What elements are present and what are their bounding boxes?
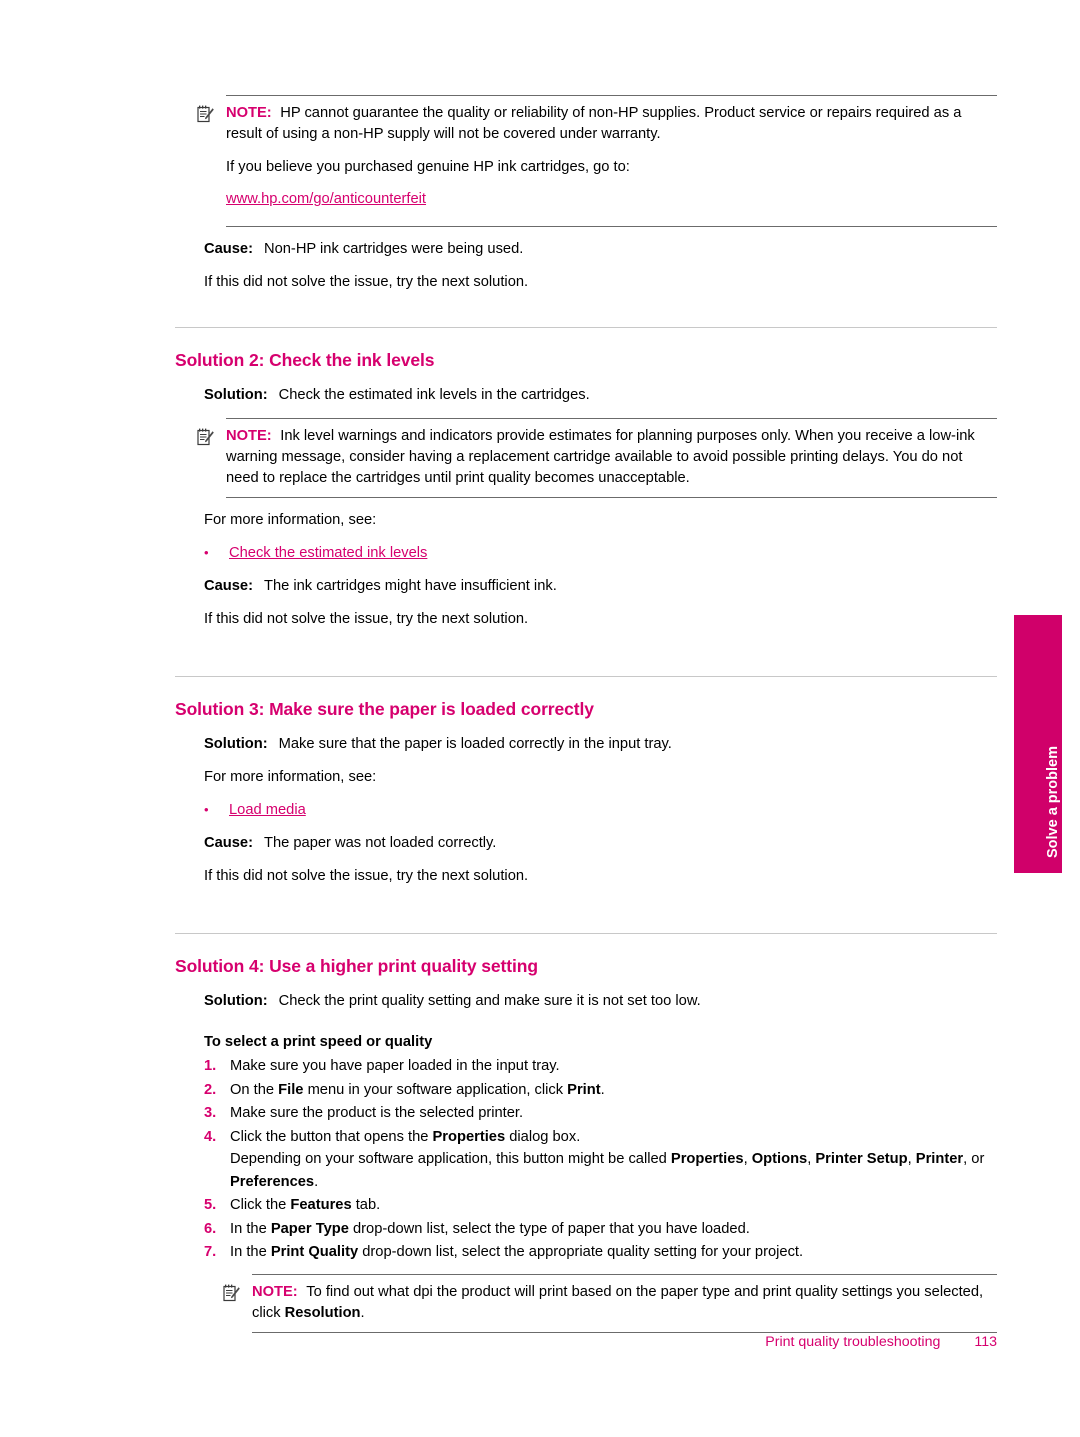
note-pad-pencil-icon xyxy=(223,1284,240,1302)
note-label: NOTE: xyxy=(226,428,272,444)
note-block-ink-levels: NOTE: Ink level warnings and indicators … xyxy=(175,418,997,498)
step-text: In the Print Quality drop-down list, sel… xyxy=(230,1244,804,1260)
page-footer: Print quality troubleshooting 113 xyxy=(0,1334,997,1350)
procedure-title: To select a print speed or quality xyxy=(204,1034,433,1050)
solution2-more-info: For more information, see: xyxy=(204,512,377,528)
step-number: 1. xyxy=(204,1058,217,1074)
solution-text: Check the print quality setting and make… xyxy=(278,993,701,1009)
step-text: In the Paper Type drop-down list, select… xyxy=(230,1220,750,1237)
side-tab-solve-a-problem: Solve a problem xyxy=(1014,615,1062,873)
solution2-next-text: If this did not solve the issue, try the… xyxy=(204,611,529,627)
note-pad-pencil-icon xyxy=(197,428,214,446)
solution-label: Solution: xyxy=(204,993,268,1009)
step-1: 1. Make sure you have paper loaded in th… xyxy=(204,1055,997,1078)
note-label: NOTE: xyxy=(252,1283,298,1300)
step-text: Click the button that opens the Properti… xyxy=(230,1128,581,1145)
note-text: Ink level warnings and indicators provid… xyxy=(226,428,975,486)
note-content: NOTE: HP cannot guarantee the quality or… xyxy=(175,96,997,226)
note-pad-pencil-icon xyxy=(197,105,214,123)
step-text: Make sure you have paper loaded in the i… xyxy=(230,1058,560,1074)
check-ink-levels-link[interactable]: Check the estimated ink levels xyxy=(229,545,427,561)
solution4-solution-row: Solution: Check the print quality setting… xyxy=(204,991,997,1012)
solution3-solution-row: Solution: Make sure that the paper is loa… xyxy=(204,734,997,755)
cause-text: Non-HP ink cartridges were being used. xyxy=(263,241,524,257)
step-text: Make sure the product is the selected pr… xyxy=(230,1105,524,1121)
step-number: 4. xyxy=(204,1128,217,1145)
note-block-resolution: NOTE: To find out what dpi the product w… xyxy=(201,1273,997,1333)
note-content: NOTE: To find out what dpi the product w… xyxy=(201,1275,997,1332)
solution-label: Solution: xyxy=(204,736,268,752)
anticounterfeit-link[interactable]: www.hp.com/go/anticounterfeit xyxy=(226,191,426,207)
note-bottom-rule xyxy=(226,226,997,227)
step-number: 5. xyxy=(204,1197,217,1213)
note-bottom-rule xyxy=(252,1331,997,1333)
load-media-link[interactable]: Load media xyxy=(229,802,306,818)
cause-label: Cause: xyxy=(204,578,253,594)
list-item: Load media xyxy=(204,799,997,821)
note-bottom-rule xyxy=(226,497,997,498)
note-content: NOTE: Ink level warnings and indicators … xyxy=(175,419,997,497)
page-number: 113 xyxy=(974,1334,997,1350)
solution2-link-list: Check the estimated ink levels xyxy=(175,542,997,564)
procedure-steps: 1. Make sure you have paper loaded in th… xyxy=(175,1055,997,1264)
solution2-cause-row: Cause: The ink cartridges might have insu… xyxy=(204,576,997,597)
solution3-cause-row: Cause: The paper was not loaded correctly… xyxy=(204,833,997,854)
next-solution-text: If this did not solve the issue, try the… xyxy=(204,274,529,290)
step-4: 4. Click the button that opens the Prope… xyxy=(204,1126,997,1194)
list-item: Check the estimated ink levels xyxy=(204,542,997,564)
note-label: NOTE: xyxy=(226,105,272,121)
solution-text: Make sure that the paper is loaded corre… xyxy=(278,736,672,752)
note-text: HP cannot guarantee the quality or relia… xyxy=(226,105,962,142)
step-2: 2. On the File menu in your software app… xyxy=(204,1079,997,1102)
heading-solution-3: Solution 3: Make sure the paper is loade… xyxy=(175,699,594,719)
step-number: 2. xyxy=(204,1081,217,1098)
step-6: 6. In the Paper Type drop-down list, sel… xyxy=(204,1218,997,1241)
step-text: Click the Features tab. xyxy=(230,1197,381,1213)
solution3-link-list: Load media xyxy=(175,799,997,821)
solution-text: Check the estimated ink levels in the ca… xyxy=(278,387,590,403)
step-4-detail: Depending on your software application, … xyxy=(230,1151,985,1190)
cause-label: Cause: xyxy=(204,241,253,257)
solution-label: Solution: xyxy=(204,387,268,403)
footer-title: Print quality troubleshooting xyxy=(765,1334,941,1350)
side-tab-label: Solve a problem xyxy=(1045,745,1061,858)
solution2-solution-row: Solution: Check the estimated ink levels … xyxy=(204,385,997,406)
cause-text: The ink cartridges might have insufficie… xyxy=(263,578,557,594)
solution3-next-text: If this did not solve the issue, try the… xyxy=(204,868,529,884)
solution3-more-info: For more information, see: xyxy=(204,769,377,785)
note-block-non-hp-supplies: NOTE: HP cannot guarantee the quality or… xyxy=(175,95,997,227)
step-7: 7. In the Print Quality drop-down list, … xyxy=(204,1241,997,1264)
content-column: NOTE: HP cannot guarantee the quality or… xyxy=(175,95,997,1333)
step-5: 5. Click the Features tab. xyxy=(204,1194,997,1217)
cause-label: Cause: xyxy=(204,835,253,851)
heading-solution-4: Solution 4: Use a higher print quality s… xyxy=(175,956,538,976)
note-text: To find out what dpi the product will pr… xyxy=(252,1283,984,1321)
step-number: 6. xyxy=(204,1220,217,1237)
cause-text: The paper was not loaded correctly. xyxy=(263,835,497,851)
step-number: 3. xyxy=(204,1105,217,1121)
step-3: 3. Make sure the product is the selected… xyxy=(204,1102,997,1125)
cause-row: Cause: Non-HP ink cartridges were being u… xyxy=(204,239,997,260)
step-text: On the File menu in your software applic… xyxy=(230,1081,605,1098)
note-secondary-text: If you believe you purchased genuine HP … xyxy=(226,159,630,175)
document-page: NOTE: HP cannot guarantee the quality or… xyxy=(0,0,1080,1437)
step-number: 7. xyxy=(204,1244,217,1260)
heading-solution-2: Solution 2: Check the ink levels xyxy=(175,350,435,370)
